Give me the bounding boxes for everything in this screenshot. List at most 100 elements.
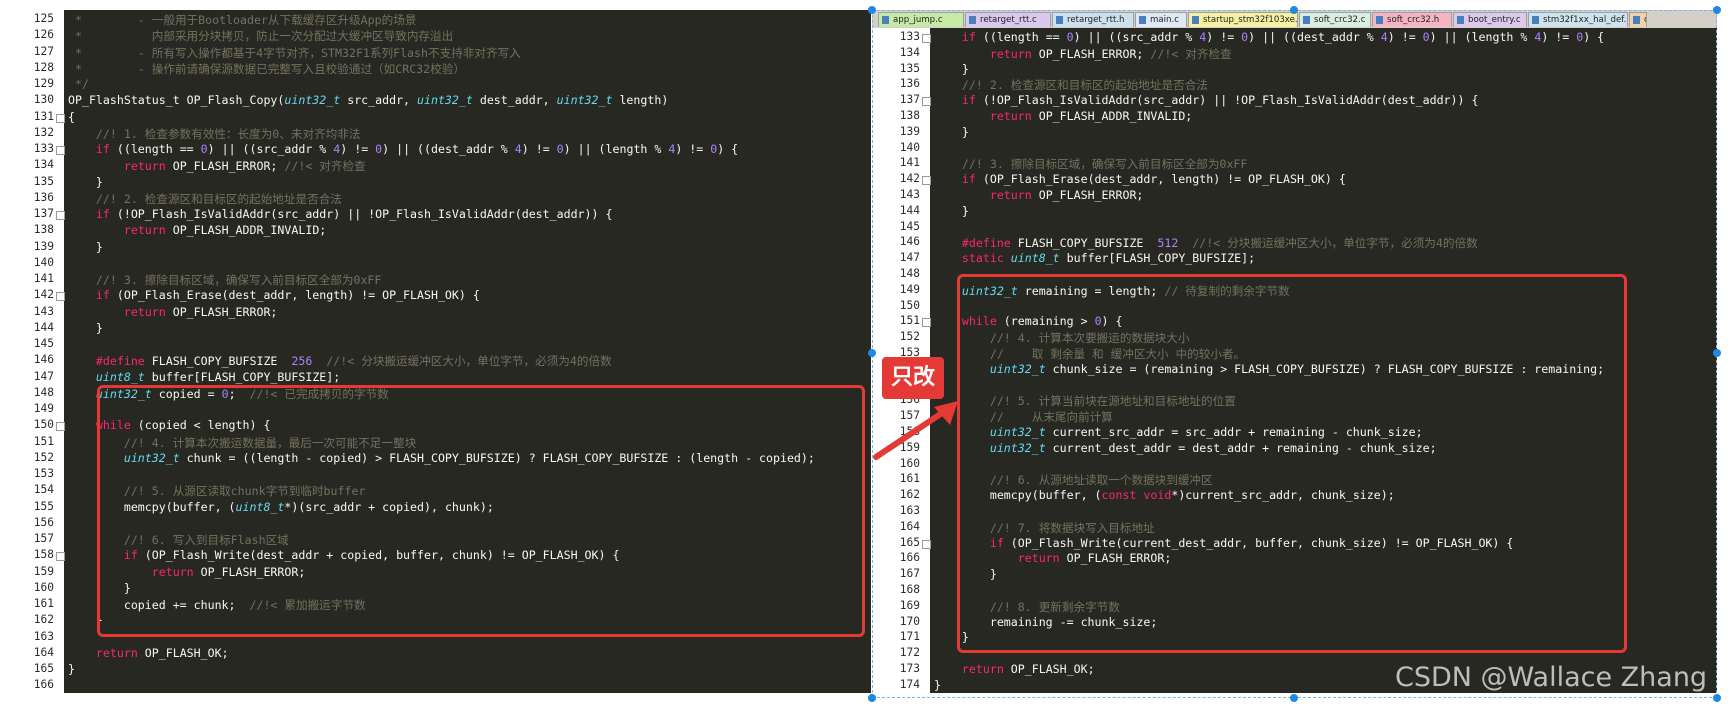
code-line[interactable]: //! 2. 检查源区和目标区的起始地址是否合法 — [68, 191, 342, 207]
line-number: 154 — [33, 483, 54, 497]
line-number: 160 — [33, 580, 54, 594]
line-number: 135 — [33, 174, 54, 188]
fold-toggle-icon[interactable] — [56, 211, 65, 220]
code-line[interactable]: * - 所有写入操作都基于4字节对齐，STM32F1系列Flash不支持非对齐写… — [68, 45, 521, 61]
code-line[interactable]: if (OP_Flash_Erase(dest_addr, length) !=… — [68, 288, 480, 302]
code-token: ) != — [340, 142, 376, 156]
code-token: */ — [68, 77, 89, 91]
code-line[interactable]: } — [68, 240, 103, 254]
code-token: 0 — [200, 142, 208, 156]
only-change-label: 只改 — [882, 357, 944, 399]
line-number: 156 — [33, 515, 54, 529]
resize-handle-tm[interactable] — [1290, 6, 1298, 14]
code-line[interactable]: if (!OP_Flash_IsValidAddr(src_addr) || !… — [68, 207, 613, 221]
line-number: 143 — [33, 304, 54, 318]
code-token: } — [68, 320, 103, 335]
resize-handle-bm[interactable] — [1290, 694, 1298, 702]
line-number: 151 — [33, 434, 54, 448]
code-token: ) || ((src_addr % — [207, 142, 334, 156]
code-token: //!< 对齐检查 — [284, 159, 366, 174]
code-token: OP_FLASH_ERROR; — [165, 304, 278, 319]
line-number: 144 — [33, 320, 54, 334]
code-line[interactable]: * - 操作前请确保源数据已完整写入且校验通过（如CRC32校验） — [68, 61, 465, 77]
code-token: buffer[FLASH_COPY_BUFSIZE]; — [144, 369, 341, 384]
code-token: * - 所有写入操作都基于4字节对齐，STM32F1系列Flash不支持非对齐写… — [68, 45, 521, 60]
code-line[interactable]: * - 一般用于Bootloader从下载缓存区升级App的场景 — [68, 12, 416, 28]
fold-toggle-icon[interactable] — [56, 422, 65, 432]
resize-handle-br[interactable] — [1713, 694, 1721, 702]
fold-toggle-icon[interactable] — [56, 146, 65, 155]
code-line[interactable]: return OP_FLASH_ADDR_INVALID; — [68, 223, 326, 237]
code-token: uint32_t — [417, 93, 473, 108]
code-line[interactable]: } — [68, 662, 75, 676]
resize-handle-tl[interactable] — [868, 6, 876, 14]
code-token: uint8_t — [95, 369, 145, 384]
code-token: ) || ((dest_addr % — [382, 142, 515, 156]
line-number: 125 — [33, 12, 54, 25]
code-line[interactable]: if ((length == 0) || ((src_addr % 4) != … — [68, 142, 738, 156]
code-token: if — [95, 142, 110, 156]
line-number: 149 — [33, 402, 54, 415]
line-number: 166 — [33, 678, 54, 692]
code-token: #define — [95, 354, 145, 369]
code-line[interactable]: return OP_FLASH_OK; — [68, 646, 229, 660]
fold-toggle-icon[interactable] — [56, 113, 65, 123]
code-token: return — [123, 223, 166, 238]
line-number: 158 — [33, 548, 54, 562]
code-token: { — [68, 109, 75, 124]
code-token: 0 — [556, 142, 564, 156]
code-line[interactable]: } — [68, 321, 103, 335]
code-line[interactable]: return OP_FLASH_ERROR; — [68, 304, 278, 319]
fold-toggle-icon[interactable] — [56, 552, 65, 562]
resize-handle-bl[interactable] — [868, 694, 876, 702]
code-token: length) — [612, 93, 669, 108]
code-token: OP_FLASH_ADDR_INVALID; — [165, 223, 327, 238]
line-number: 146 — [33, 353, 54, 367]
code-token: (OP_Flash_Erase(dest_addr, length) != OP… — [109, 288, 480, 303]
line-number: 127 — [33, 44, 54, 58]
code-token: src_addr, — [340, 93, 418, 108]
code-token: return — [95, 645, 138, 660]
code-line[interactable]: //! 3. 擦除目标区域，确保写入前目标区全部为0xFF — [68, 272, 381, 288]
line-number: 138 — [33, 223, 54, 237]
code-line[interactable]: */ — [68, 77, 89, 91]
code-token: ((length == — [109, 142, 201, 156]
code-token: FLASH_COPY_BUFSIZE — [144, 354, 292, 369]
line-number: 148 — [33, 385, 54, 399]
resize-handle-mr[interactable] — [1713, 349, 1721, 357]
line-number: 147 — [33, 369, 54, 383]
code-token: 4 — [514, 142, 522, 156]
line-number: 145 — [33, 337, 54, 350]
code-line[interactable]: OP_FlashStatus_t OP_Flash_Copy(uint32_t … — [68, 93, 668, 107]
code-token: OP_FLASH_ERROR; — [165, 159, 285, 174]
line-number: 153 — [33, 467, 54, 480]
line-number: 163 — [33, 629, 54, 643]
arrow-icon — [873, 401, 958, 460]
resize-handle-ml[interactable] — [868, 349, 876, 357]
code-line[interactable]: { — [68, 110, 75, 124]
line-number: 165 — [33, 662, 54, 675]
line-number: 130 — [33, 93, 54, 107]
code-line[interactable]: //! 1. 检查参数有效性：长度为0、未对齐均非法 — [68, 126, 361, 142]
code-line[interactable]: * 内部采用分块拷贝，防止一次分配过大缓冲区导致内存溢出 — [68, 28, 453, 44]
code-line[interactable]: uint8_t buffer[FLASH_COPY_BUFSIZE]; — [68, 370, 340, 384]
code-line[interactable]: } — [68, 175, 103, 189]
code-token: * 内部采用分块拷贝，防止一次分配过大缓冲区导致内存溢出 — [68, 29, 454, 44]
code-line[interactable]: #define FLASH_COPY_BUFSIZE 256 //!< 分块搬运… — [68, 353, 612, 369]
line-number: 126 — [33, 28, 54, 42]
right-highlight-box — [957, 274, 1627, 653]
line-number: 155 — [33, 499, 54, 513]
line-number: 164 — [33, 645, 54, 659]
line-number: 137 — [33, 207, 54, 220]
resize-handle-tr[interactable] — [1713, 6, 1721, 14]
code-token: if — [95, 207, 110, 221]
fold-toggle-icon[interactable] — [56, 292, 65, 302]
code-line[interactable]: return OP_FLASH_ERROR; //!< 对齐检查 — [68, 158, 366, 174]
